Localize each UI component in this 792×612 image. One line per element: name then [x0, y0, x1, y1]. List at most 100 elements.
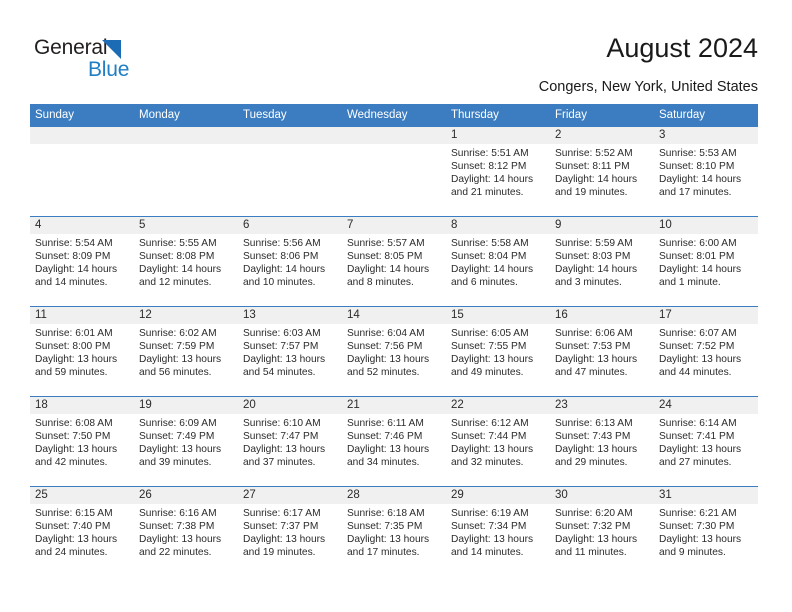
calendar-day-cell[interactable]: 20 Sunrise: 6:10 AM Sunset: 7:47 PM Dayligh… [238, 396, 342, 487]
daylight-text: Daylight: 14 hours and 21 minutes. [451, 174, 534, 199]
calendar-body: 1 Sunrise: 5:51 AM Sunset: 8:12 PM Daylight… [30, 126, 758, 576]
daylight-text: Daylight: 14 hours and 6 minutes. [451, 264, 534, 289]
daylight-text: Daylight: 13 hours and 49 minutes. [451, 354, 534, 379]
weekday-header-saturday: Saturday [654, 104, 758, 127]
calendar-day-cell[interactable]: 25 Sunrise: 6:15 AM Sunset: 7:40 PM Dayligh… [30, 486, 134, 576]
day-number: 2 [550, 127, 654, 144]
sunrise-text: Sunrise: 6:04 AM [347, 328, 425, 339]
sunset-text: Sunset: 7:53 PM [555, 341, 631, 353]
calendar-day-cell[interactable]: 21 Sunrise: 6:11 AM Sunset: 7:46 PM Dayligh… [342, 396, 446, 487]
calendar-day-cell[interactable]: 3 Sunrise: 5:53 AM Sunset: 8:10 PM Daylight… [654, 126, 758, 217]
calendar-day-cell[interactable]: 6 Sunrise: 5:56 AM Sunset: 8:06 PM Daylight… [238, 216, 342, 307]
day-number: 21 [342, 397, 446, 414]
calendar-week-row: 1 Sunrise: 5:51 AM Sunset: 8:12 PM Daylight… [30, 126, 758, 217]
daylight-text: Daylight: 13 hours and 22 minutes. [139, 534, 222, 559]
calendar-day-cell[interactable]: 1 Sunrise: 5:51 AM Sunset: 8:12 PM Daylight… [446, 126, 550, 217]
sunset-text: Sunset: 8:09 PM [35, 251, 111, 263]
day-sun-info: Sunrise: 6:14 AM Sunset: 7:41 PM Daylight:… [654, 414, 758, 469]
calendar-day-cell[interactable]: 18 Sunrise: 6:08 AM Sunset: 7:50 PM Dayligh… [30, 396, 134, 487]
calendar-day-cell[interactable]: 15 Sunrise: 6:05 AM Sunset: 7:55 PM Dayligh… [446, 306, 550, 397]
daylight-text: Daylight: 14 hours and 10 minutes. [243, 264, 326, 289]
day-sun-info: Sunrise: 5:56 AM Sunset: 8:06 PM Daylight:… [238, 234, 342, 289]
calendar-day-cell[interactable]: 26 Sunrise: 6:16 AM Sunset: 7:38 PM Dayligh… [134, 486, 238, 576]
calendar-day-cell[interactable]: 2 Sunrise: 5:52 AM Sunset: 8:11 PM Daylight… [550, 126, 654, 217]
sunrise-text: Sunrise: 6:11 AM [347, 418, 424, 429]
sunrise-text: Sunrise: 5:51 AM [451, 148, 529, 159]
daylight-text: Daylight: 13 hours and 52 minutes. [347, 354, 430, 379]
calendar-day-cell[interactable]: 30 Sunrise: 6:20 AM Sunset: 7:32 PM Dayligh… [550, 486, 654, 576]
sunrise-text: Sunrise: 6:18 AM [347, 508, 425, 519]
day-sun-info: Sunrise: 5:55 AM Sunset: 8:08 PM Daylight:… [134, 234, 238, 289]
day-sun-info: Sunrise: 5:58 AM Sunset: 8:04 PM Daylight:… [446, 234, 550, 289]
sunrise-text: Sunrise: 6:03 AM [243, 328, 321, 339]
calendar-day-cell[interactable]: 29 Sunrise: 6:19 AM Sunset: 7:34 PM Dayligh… [446, 486, 550, 576]
calendar-week-row: 25 Sunrise: 6:15 AM Sunset: 7:40 PM Dayligh… [30, 486, 758, 576]
sunset-text: Sunset: 7:50 PM [35, 431, 111, 443]
calendar-day-cell[interactable]: 9 Sunrise: 5:59 AM Sunset: 8:03 PM Daylight… [550, 216, 654, 307]
day-number: 7 [342, 217, 446, 234]
calendar-week-row: 18 Sunrise: 6:08 AM Sunset: 7:50 PM Dayligh… [30, 396, 758, 487]
sunrise-text: Sunrise: 5:53 AM [659, 148, 737, 159]
calendar-header-row-group: Sunday Monday Tuesday Wednesday Thursday… [30, 104, 758, 127]
day-number: 18 [30, 397, 134, 414]
day-number: 1 [446, 127, 550, 144]
day-number: 28 [342, 487, 446, 504]
calendar-day-cell[interactable]: 14 Sunrise: 6:04 AM Sunset: 7:56 PM Dayligh… [342, 306, 446, 397]
calendar-day-cell[interactable]: 5 Sunrise: 5:55 AM Sunset: 8:08 PM Daylight… [134, 216, 238, 307]
day-number: 22 [446, 397, 550, 414]
sunrise-text: Sunrise: 5:58 AM [451, 238, 529, 249]
day-number: 6 [238, 217, 342, 234]
sunrise-text: Sunrise: 6:15 AM [35, 508, 113, 519]
calendar-day-cell[interactable]: 27 Sunrise: 6:17 AM Sunset: 7:37 PM Dayligh… [238, 486, 342, 576]
sunset-text: Sunset: 8:11 PM [555, 161, 630, 173]
day-sun-info: Sunrise: 6:11 AM Sunset: 7:46 PM Daylight:… [342, 414, 446, 469]
sunset-text: Sunset: 7:34 PM [451, 521, 527, 533]
calendar-day-cell-empty [238, 126, 342, 217]
day-number: 13 [238, 307, 342, 324]
daylight-text: Daylight: 13 hours and 47 minutes. [555, 354, 638, 379]
sunset-text: Sunset: 8:00 PM [35, 341, 111, 353]
day-number [134, 127, 238, 144]
day-number: 20 [238, 397, 342, 414]
calendar-day-cell[interactable]: 17 Sunrise: 6:07 AM Sunset: 7:52 PM Dayligh… [654, 306, 758, 397]
daylight-text: Daylight: 13 hours and 56 minutes. [139, 354, 222, 379]
calendar-day-cell-empty [30, 126, 134, 217]
logo-triangle-icon [102, 40, 121, 59]
calendar-day-cell[interactable]: 19 Sunrise: 6:09 AM Sunset: 7:49 PM Dayligh… [134, 396, 238, 487]
calendar-day-cell[interactable]: 31 Sunrise: 6:21 AM Sunset: 7:30 PM Dayligh… [654, 486, 758, 576]
calendar-day-cell[interactable]: 22 Sunrise: 6:12 AM Sunset: 7:44 PM Dayligh… [446, 396, 550, 487]
day-sun-info: Sunrise: 6:17 AM Sunset: 7:37 PM Daylight:… [238, 504, 342, 559]
sunrise-text: Sunrise: 5:59 AM [555, 238, 633, 249]
day-sun-info: Sunrise: 6:03 AM Sunset: 7:57 PM Daylight:… [238, 324, 342, 379]
daylight-text: Daylight: 14 hours and 1 minute. [659, 264, 742, 289]
calendar-day-cell[interactable]: 11 Sunrise: 6:01 AM Sunset: 8:00 PM Dayligh… [30, 306, 134, 397]
sunset-text: Sunset: 7:44 PM [451, 431, 527, 443]
daylight-text: Daylight: 14 hours and 14 minutes. [35, 264, 118, 289]
calendar-day-cell[interactable]: 13 Sunrise: 6:03 AM Sunset: 7:57 PM Dayligh… [238, 306, 342, 397]
day-number: 11 [30, 307, 134, 324]
calendar-day-cell[interactable]: 10 Sunrise: 6:00 AM Sunset: 8:01 PM Dayligh… [654, 216, 758, 307]
calendar-day-cell[interactable]: 8 Sunrise: 5:58 AM Sunset: 8:04 PM Daylight… [446, 216, 550, 307]
calendar-day-cell[interactable]: 16 Sunrise: 6:06 AM Sunset: 7:53 PM Dayligh… [550, 306, 654, 397]
sunrise-text: Sunrise: 6:08 AM [35, 418, 113, 429]
sunset-text: Sunset: 8:04 PM [451, 251, 527, 263]
calendar-day-cell[interactable]: 23 Sunrise: 6:13 AM Sunset: 7:43 PM Dayligh… [550, 396, 654, 487]
calendar-day-cell[interactable]: 12 Sunrise: 6:02 AM Sunset: 7:59 PM Dayligh… [134, 306, 238, 397]
calendar-day-cell[interactable]: 4 Sunrise: 5:54 AM Sunset: 8:09 PM Daylight… [30, 216, 134, 307]
page-title: August 2024 [606, 33, 758, 63]
calendar-day-cell[interactable]: 7 Sunrise: 5:57 AM Sunset: 8:05 PM Daylight… [342, 216, 446, 307]
day-number: 31 [654, 487, 758, 504]
day-sun-info: Sunrise: 5:59 AM Sunset: 8:03 PM Daylight:… [550, 234, 654, 289]
sunset-text: Sunset: 7:55 PM [451, 341, 527, 353]
day-sun-info: Sunrise: 6:19 AM Sunset: 7:34 PM Daylight:… [446, 504, 550, 559]
daylight-text: Daylight: 14 hours and 8 minutes. [347, 264, 430, 289]
weekday-header-thursday: Thursday [446, 104, 550, 127]
calendar-day-cell[interactable]: 28 Sunrise: 6:18 AM Sunset: 7:35 PM Dayligh… [342, 486, 446, 576]
calendar-day-cell[interactable]: 24 Sunrise: 6:14 AM Sunset: 7:41 PM Dayligh… [654, 396, 758, 487]
day-sun-info: Sunrise: 6:01 AM Sunset: 8:00 PM Daylight:… [30, 324, 134, 379]
sunrise-text: Sunrise: 6:01 AM [35, 328, 113, 339]
sunrise-sunset-calendar-table: Sunday Monday Tuesday Wednesday Thursday… [30, 104, 758, 576]
day-number: 4 [30, 217, 134, 234]
day-number: 16 [550, 307, 654, 324]
daylight-text: Daylight: 13 hours and 19 minutes. [243, 534, 326, 559]
